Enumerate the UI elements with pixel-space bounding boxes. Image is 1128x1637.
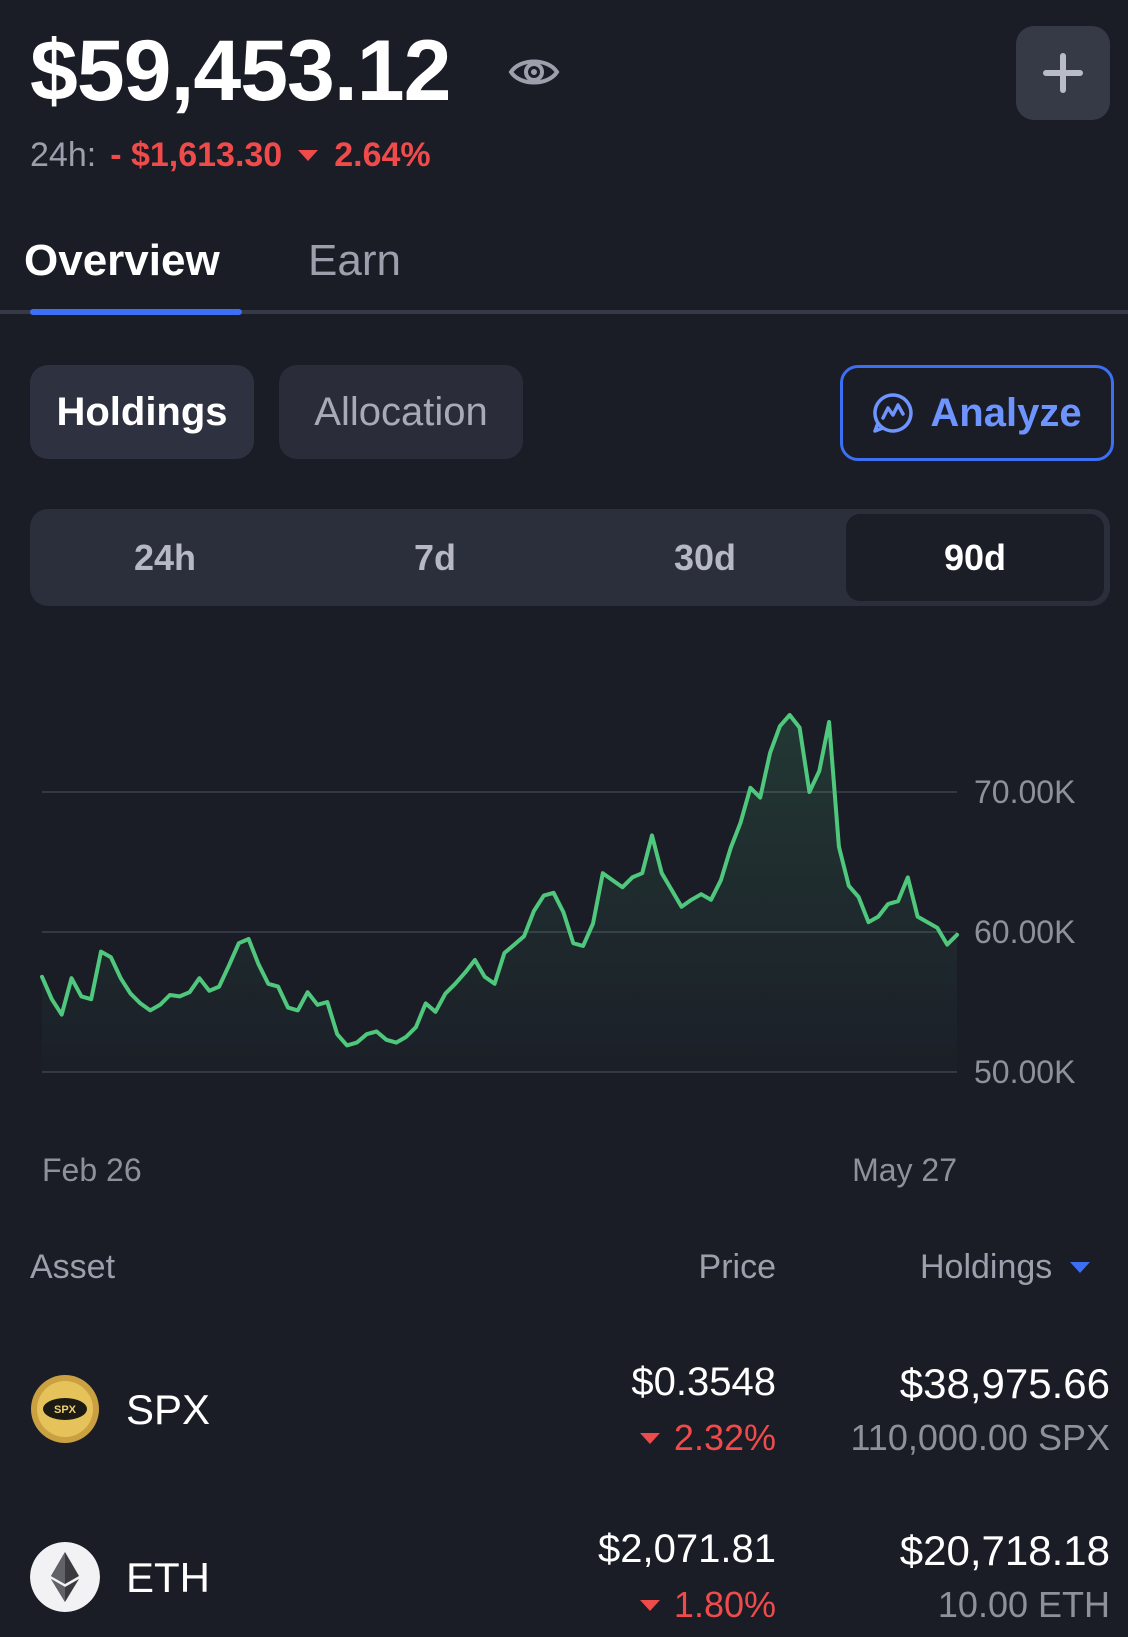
eth-coin-icon	[30, 1542, 100, 1612]
column-price[interactable]: Price	[660, 1248, 776, 1287]
tab-earn[interactable]: Earn	[308, 236, 401, 286]
sort-down-icon	[1070, 1262, 1091, 1273]
x-tick-start: Feb 26	[42, 1152, 142, 1188]
period-90d[interactable]: 90d	[846, 514, 1104, 601]
period-selector: 24h 7d 30d 90d	[30, 509, 1110, 606]
asset-symbol: SPX	[126, 1386, 211, 1433]
holding-quantity: 10.00 ETH	[937, 1584, 1110, 1625]
period-30d[interactable]: 30d	[570, 509, 840, 606]
y-tick-label: 60.00K	[974, 914, 1075, 950]
change-value: - $1,613.30	[110, 136, 283, 174]
column-holdings[interactable]: Holdings	[920, 1248, 1091, 1287]
holding-quantity: 110,000.00 SPX	[850, 1417, 1110, 1458]
down-arrow-icon	[298, 150, 319, 161]
analyze-label: Analyze	[930, 390, 1082, 435]
eye-icon[interactable]	[508, 52, 560, 92]
y-tick-label: 50.00K	[974, 1054, 1075, 1090]
down-arrow-icon	[639, 1432, 660, 1444]
column-asset[interactable]: Asset	[30, 1248, 115, 1287]
asset-price: $2,071.81	[598, 1527, 776, 1571]
tab-overview[interactable]: Overview	[24, 236, 220, 286]
price-change-percent: 2.32%	[673, 1417, 776, 1458]
holdings-button[interactable]: Holdings	[30, 365, 254, 459]
portfolio-chart[interactable]: 50.00K 60.00K 70.00K Feb 26 May 27	[0, 640, 1128, 1200]
analyze-button[interactable]: Analyze	[840, 365, 1114, 461]
period-24h[interactable]: 24h	[30, 509, 300, 606]
add-button[interactable]	[1016, 26, 1110, 120]
portfolio-balance: $59,453.12	[30, 23, 451, 119]
svg-text:SPX: SPX	[54, 1404, 77, 1416]
period-7d[interactable]: 7d	[300, 509, 570, 606]
asset-price-change: 2.32%	[639, 1417, 776, 1459]
active-tab-indicator	[30, 309, 242, 315]
spx-coin-icon: SPX	[31, 1375, 99, 1443]
holding-value: $20,718.18	[899, 1527, 1110, 1574]
asset-symbol: ETH	[126, 1554, 210, 1601]
analyze-chart-icon	[873, 393, 914, 433]
y-tick-label: 70.00K	[974, 774, 1075, 810]
change-24h: 24h: - $1,613.30 2.64%	[30, 136, 431, 175]
change-percent: 2.64%	[334, 136, 431, 174]
holding-value: $38,975.66	[899, 1360, 1110, 1407]
asset-price: $0.3548	[631, 1360, 776, 1404]
down-arrow-icon	[639, 1599, 660, 1611]
x-tick-end: May 27	[852, 1152, 957, 1188]
plus-icon	[1043, 53, 1083, 93]
column-holdings-label: Holdings	[920, 1248, 1053, 1286]
asset-price-change: 1.80%	[639, 1584, 776, 1626]
allocation-button[interactable]: Allocation	[279, 365, 523, 459]
price-change-percent: 1.80%	[673, 1584, 776, 1625]
change-label: 24h:	[30, 136, 97, 174]
